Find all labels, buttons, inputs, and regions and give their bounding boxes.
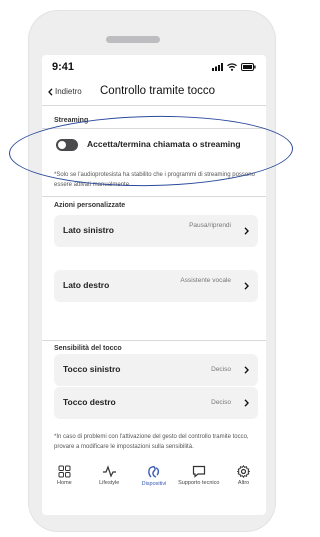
chevron-right-icon — [244, 227, 249, 235]
card-value: Assistente vocale — [180, 277, 231, 284]
sensitivity-note: *In caso di problemi con l'attivazione d… — [54, 434, 249, 450]
grid-icon — [58, 465, 71, 478]
tab-lifestyle[interactable]: Lifestyle — [87, 465, 131, 505]
status-icons — [212, 63, 256, 71]
back-label: Indietro — [55, 87, 82, 96]
gear-icon — [237, 465, 251, 478]
sensitivity-top-divider — [42, 340, 266, 341]
tab-label: Dispositivi — [141, 481, 167, 487]
tab-label: Supporto tecnico — [178, 480, 220, 486]
streaming-section-bottom-divider — [42, 196, 266, 197]
hearing-aid-icon — [148, 466, 160, 478]
tab-home[interactable]: Home — [42, 465, 86, 505]
header-divider — [42, 105, 266, 106]
card-label: Tocco destro — [63, 397, 116, 407]
tab-devices[interactable]: Dispositivi — [132, 465, 176, 505]
card-value: Deciso — [211, 399, 231, 406]
card-value: Pausa/riprendi — [189, 222, 231, 229]
tab-more[interactable]: Altro — [222, 465, 266, 505]
tab-bar: Home Lifestyle Dispositivi Supporto tecn… — [42, 465, 266, 505]
card-value: Deciso — [211, 366, 231, 373]
tab-label: Altro — [237, 480, 250, 486]
chevron-right-icon — [244, 282, 249, 290]
sensitivity-section-label: Sensibilità del tocco — [54, 345, 122, 352]
back-button[interactable]: Indietro — [48, 87, 82, 96]
tab-label: Home — [57, 480, 72, 486]
nav-bar: Indietro Controllo tramite tocco — [48, 85, 260, 101]
status-bar: 9:41 — [52, 61, 256, 75]
chat-icon — [192, 465, 205, 478]
tab-support[interactable]: Supporto tecnico — [177, 465, 221, 505]
chevron-right-icon — [244, 399, 249, 407]
card-right-side[interactable]: Lato destro Assistente vocale — [54, 270, 258, 302]
activity-icon — [102, 465, 116, 478]
chevron-right-icon — [244, 366, 249, 374]
custom-actions-section-label: Azioni personalizzate — [54, 202, 126, 209]
battery-icon — [241, 63, 256, 71]
card-label: Lato sinistro — [63, 225, 115, 235]
wifi-icon — [227, 63, 237, 71]
signal-icon — [212, 63, 223, 71]
card-label: Tocco sinistro — [63, 364, 121, 374]
card-right-touch[interactable]: Tocco destro Deciso — [54, 387, 258, 419]
chevron-left-icon — [48, 87, 53, 96]
card-left-touch[interactable]: Tocco sinistro Deciso — [54, 354, 258, 386]
tab-label: Lifestyle — [99, 480, 120, 486]
status-time: 9:41 — [52, 61, 75, 73]
page-title: Controllo tramite tocco — [100, 85, 216, 97]
phone-speaker — [106, 36, 160, 43]
card-left-side[interactable]: Lato sinistro Pausa/riprendi — [54, 215, 258, 247]
card-label: Lato destro — [63, 280, 110, 290]
